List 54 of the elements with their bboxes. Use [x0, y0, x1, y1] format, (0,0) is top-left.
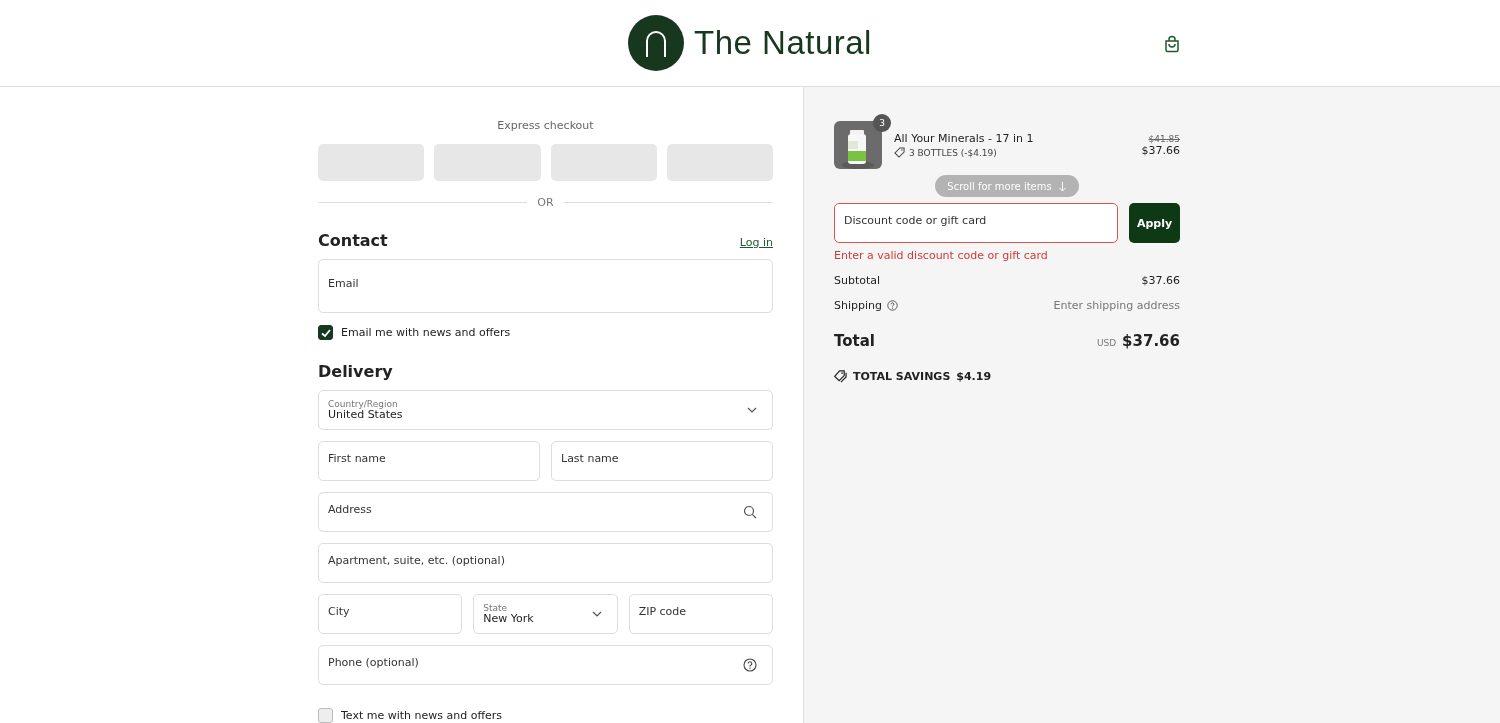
field-value: United States — [328, 409, 403, 420]
phone-field[interactable]: Phone (optional) — [318, 645, 773, 685]
select-field[interactable]: State New York — [473, 594, 618, 634]
total-amount: $37.66 — [1122, 332, 1180, 350]
input-field[interactable]: Last name — [551, 441, 773, 481]
express-checkout-title: Express checkout — [496, 119, 595, 132]
field-label: State — [483, 604, 509, 613]
subtotal-label: Subtotal — [834, 274, 881, 287]
input-field[interactable]: Apartment, suite, etc. (optional) — [318, 543, 773, 583]
tags-icon — [834, 370, 847, 383]
error-message: Enter a valid discount code or gift card — [834, 249, 1049, 262]
tag-icon — [894, 147, 905, 158]
subtotal-value: $37.66 — [1141, 274, 1180, 287]
input-field[interactable]: First name — [318, 441, 540, 481]
express-pay-button[interactable] — [550, 144, 657, 181]
apply-button[interactable]: Apply — [1129, 203, 1180, 243]
logo-icon — [628, 15, 685, 71]
brand-name: The Natural — [694, 24, 872, 62]
currency-code: USD — [1096, 338, 1117, 348]
checkbox[interactable] — [318, 708, 333, 723]
delivery-heading: Delivery — [318, 362, 394, 381]
discount-code-field[interactable]: Discount code or gift card — [834, 203, 1118, 243]
chevron-down-icon — [747, 407, 757, 413]
input-field[interactable]: City — [318, 594, 463, 634]
shopping-bag-icon[interactable] — [1163, 35, 1181, 53]
express-pay-button[interactable] — [666, 144, 773, 181]
select-field[interactable]: Country/Region United States — [318, 390, 773, 430]
field-value: New York — [483, 613, 534, 624]
or-divider-text: OR — [537, 196, 554, 209]
total-label: Total — [834, 332, 875, 350]
shipping-value: Enter shipping address — [1053, 299, 1180, 312]
discount-label: 3 BOTTLES (-$4.19) — [909, 147, 997, 158]
chevron-down-icon — [591, 611, 602, 617]
contact-heading: Contact — [318, 231, 388, 250]
total-savings-label: TOTAL SAVINGS — [853, 370, 951, 383]
quantity-badge: 3 — [873, 114, 891, 132]
checkbox[interactable] — [318, 325, 333, 340]
address-field[interactable]: Address — [318, 492, 773, 532]
log-in-link[interactable]: Log in — [739, 236, 773, 249]
checkbox-label: Email me with news and offers — [341, 326, 511, 339]
search-icon — [743, 505, 757, 519]
shipping-label: Shipping — [834, 299, 882, 312]
arrow-down-icon — [1057, 180, 1067, 192]
help-icon[interactable] — [743, 658, 757, 672]
original-price: $41.85 — [1148, 133, 1180, 144]
checkbox-label: Text me with news and offers — [341, 709, 503, 722]
email-field[interactable]: Email — [318, 259, 773, 313]
item-price: $37.66 — [1141, 143, 1180, 157]
field-label: Country/Region — [328, 400, 398, 409]
input-field[interactable]: ZIP code — [628, 594, 773, 634]
express-pay-button[interactable] — [318, 144, 425, 181]
express-pay-button[interactable] — [434, 144, 541, 181]
product-name: All Your Minerals - 17 in 1 — [894, 132, 1035, 145]
total-savings-value: $4.19 — [956, 370, 992, 383]
